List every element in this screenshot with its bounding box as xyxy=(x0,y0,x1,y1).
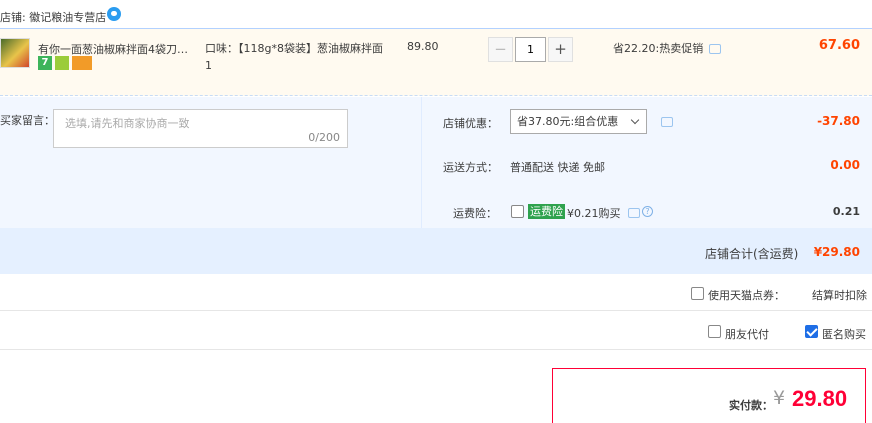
buyer-memo-textarea[interactable]: 选填,请先和商家协商一致 0/200 xyxy=(53,109,348,148)
item-row xyxy=(0,28,872,96)
shipping-insurance-tag: 运费险 xyxy=(528,204,565,219)
item-unit-price: 89.80 xyxy=(407,40,439,53)
shipping-method-text: 普通配送 快递 免邮 xyxy=(510,161,605,174)
shop-name[interactable]: 店铺: 徽记粮油专营店 xyxy=(0,9,106,25)
credit-card-icon[interactable] xyxy=(72,56,92,70)
wangwang-chat-icon[interactable] xyxy=(107,7,121,21)
tmall-points-label: 使用天猫点券： xyxy=(708,289,785,302)
row-divider xyxy=(0,310,872,311)
insurance-comment-icon[interactable] xyxy=(628,208,640,218)
panel-divider xyxy=(421,97,422,228)
friend-pay-checkbox[interactable] xyxy=(708,325,721,338)
shop-total-label: 店铺合计(含运费) xyxy=(705,247,799,261)
shipping-fee-value: 0.00 xyxy=(830,158,860,172)
shipping-insurance-price: ¥0.21购买 xyxy=(567,207,621,220)
currency-symbol: ¥ xyxy=(773,387,786,409)
shop-header: 店铺: 徽记粮油专营店 xyxy=(0,0,872,28)
shop-total-value: ¥29.80 xyxy=(813,245,860,259)
item-title[interactable]: 有你一面葱油椒麻拌面4袋刀削… xyxy=(38,41,198,57)
discount-comment-icon[interactable] xyxy=(661,117,673,127)
help-icon[interactable]: ? xyxy=(642,206,653,217)
item-thumbnail[interactable] xyxy=(0,38,30,68)
shop-discount-label: 店铺优惠： xyxy=(443,117,498,130)
friend-pay-label: 朋友代付 xyxy=(725,328,769,341)
item-sku: 口味：【118g*8袋装】葱油椒麻拌面1 xyxy=(205,42,383,72)
payment-service-icon[interactable] xyxy=(55,56,69,70)
item-service-badges: 7 xyxy=(38,56,95,70)
item-subtotal: 67.60 xyxy=(818,38,860,53)
item-promo-text: 省22.20:热卖促销 xyxy=(613,42,704,55)
quantity-decrease-button[interactable]: − xyxy=(488,37,513,62)
shop-discount-selected: 省37.80元:组合优惠 xyxy=(517,115,619,128)
quantity-input[interactable] xyxy=(515,37,546,62)
shipping-insurance-value: 0.21 xyxy=(832,205,860,218)
shop-discount-value: -37.80 xyxy=(817,114,860,128)
row-divider xyxy=(0,349,872,350)
payment-total: 29.80 xyxy=(792,386,848,411)
shipping-insurance-label: 运费险： xyxy=(453,207,497,220)
quantity-increase-button[interactable]: + xyxy=(548,37,573,62)
chevron-down-icon xyxy=(630,115,640,125)
shipping-method-label: 运送方式： xyxy=(443,161,498,174)
shipping-insurance-checkbox[interactable] xyxy=(511,205,524,218)
anonymous-buy-checkbox[interactable] xyxy=(805,325,818,338)
promo-comment-icon[interactable] xyxy=(709,44,721,54)
buyer-memo-char-count: 0/200 xyxy=(308,131,340,144)
shop-discount-select[interactable]: 省37.80元:组合优惠 xyxy=(510,109,647,134)
buyer-memo-label: 买家留言： xyxy=(0,114,55,127)
seven-day-return-icon[interactable]: 7 xyxy=(38,56,52,70)
payment-label: 实付款： xyxy=(729,399,773,412)
buyer-memo-placeholder: 选填,请先和商家协商一致 xyxy=(65,117,190,130)
tmall-points-note: 结算时扣除 xyxy=(812,289,867,302)
anonymous-buy-label: 匿名购买 xyxy=(822,328,866,341)
tmall-points-checkbox[interactable] xyxy=(691,287,704,300)
